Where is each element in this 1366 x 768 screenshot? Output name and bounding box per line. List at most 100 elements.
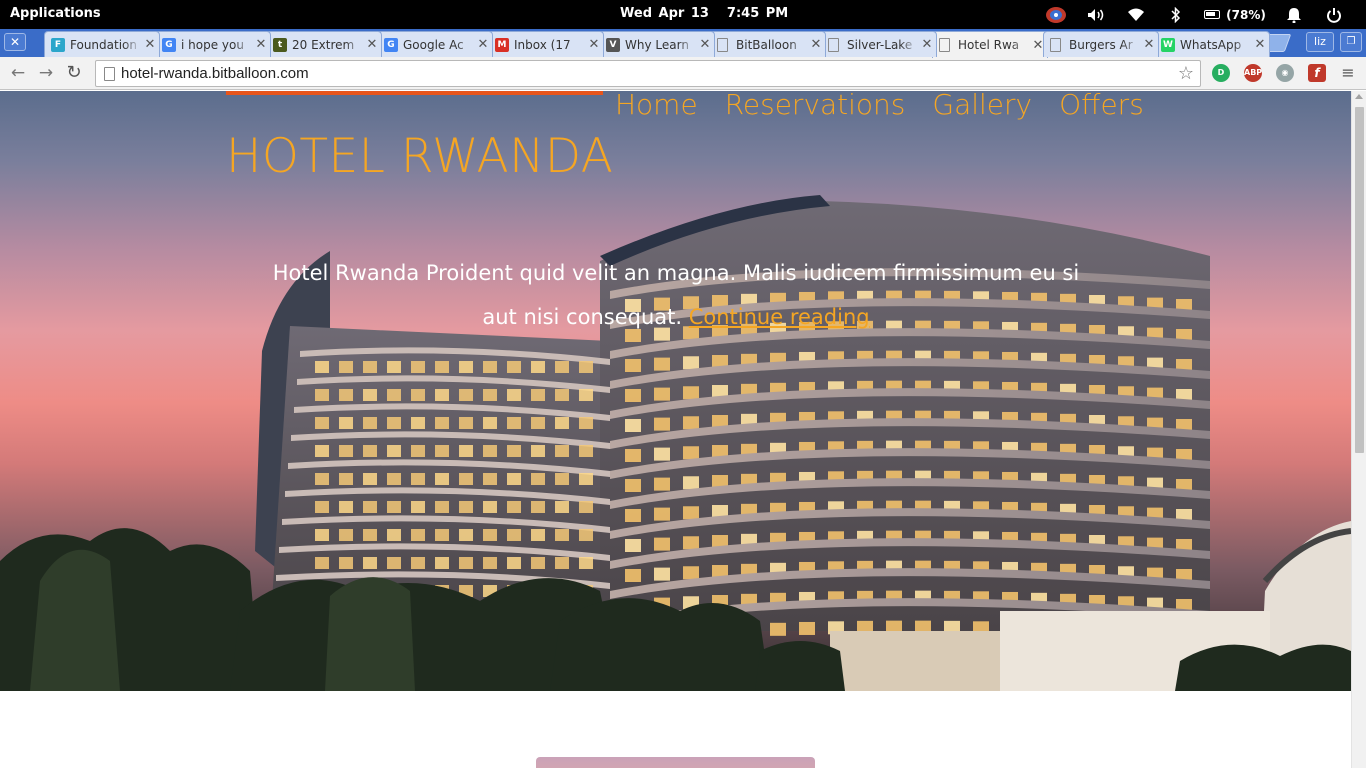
- site-title[interactable]: HOTEL RWANDA: [226, 129, 613, 184]
- nav-offers-link[interactable]: Offers: [1059, 91, 1144, 121]
- browser-tab[interactable]: Burgers Ar ✕: [1043, 31, 1159, 57]
- lit-window: [483, 417, 497, 429]
- lit-window: [315, 557, 329, 569]
- scrollbar-thumb[interactable]: [1355, 107, 1364, 453]
- tab-title: BitBalloon: [736, 37, 797, 52]
- bluetooth-icon[interactable]: [1156, 0, 1196, 29]
- adblock-icon[interactable]: ABP: [1244, 64, 1262, 82]
- lit-window: [507, 557, 521, 569]
- nav-gallery-link[interactable]: Gallery: [932, 91, 1032, 121]
- window-close-icon[interactable]: ✕: [4, 33, 26, 51]
- lit-window: [435, 445, 449, 457]
- lit-window: [435, 417, 449, 429]
- lit-window: [625, 419, 641, 432]
- applications-menu[interactable]: Applications: [10, 6, 101, 21]
- lit-window: [363, 529, 377, 541]
- scroll-up-icon[interactable]: [1355, 94, 1363, 99]
- tab-close-icon[interactable]: ✕: [474, 37, 492, 52]
- font-extension-icon[interactable]: f: [1308, 64, 1326, 82]
- google-icon: G: [384, 37, 398, 52]
- lit-window: [315, 361, 329, 373]
- clock[interactable]: Wed Apr 13 7:45 PM: [620, 6, 788, 21]
- browser-tab[interactable]: M Inbox (17 ✕: [488, 31, 604, 57]
- browser-tab[interactable]: BitBalloon ✕: [710, 31, 826, 57]
- lit-window: [531, 501, 545, 513]
- wifi-icon[interactable]: [1116, 0, 1156, 29]
- lit-window: [435, 361, 449, 373]
- forward-arrow-icon[interactable]: →: [34, 62, 58, 84]
- lit-window: [363, 361, 377, 373]
- browser-tab[interactable]: G Google Ac ✕: [377, 31, 493, 57]
- power-icon[interactable]: [1314, 0, 1354, 29]
- battery-percent: (78%): [1226, 7, 1266, 22]
- tab-close-icon[interactable]: ✕: [807, 37, 825, 52]
- notification-bell-icon[interactable]: [1274, 0, 1314, 29]
- tab-title: Hotel Rwa: [958, 38, 1020, 52]
- lit-window: [387, 529, 401, 541]
- page-icon: [939, 38, 950, 52]
- battery-indicator[interactable]: (78%): [1196, 0, 1274, 29]
- lit-window: [459, 501, 473, 513]
- lit-window: [507, 445, 521, 457]
- lit-window: [683, 446, 699, 460]
- browser-tab[interactable]: Silver-Lake ✕: [821, 31, 937, 57]
- lit-window: [683, 386, 699, 400]
- tab-close-icon[interactable]: ✕: [363, 37, 381, 52]
- address-bar[interactable]: hotel-rwanda.bitballoon.com ☆: [95, 60, 1201, 87]
- continue-reading-link[interactable]: Continue reading: [689, 305, 870, 329]
- lit-window: [459, 473, 473, 485]
- page-icon: [1050, 37, 1061, 52]
- tab-close-icon[interactable]: ✕: [696, 37, 714, 52]
- url-text[interactable]: hotel-rwanda.bitballoon.com: [121, 65, 309, 82]
- tab-close-icon[interactable]: ✕: [252, 37, 270, 52]
- lit-window: [683, 476, 699, 490]
- clock-time: 7:45 PM: [726, 6, 789, 21]
- lit-window: [459, 417, 473, 429]
- browser-tab[interactable]: F Foundation ✕: [44, 31, 160, 57]
- volume-icon[interactable]: [1076, 0, 1116, 29]
- foundation-icon: F: [51, 37, 65, 52]
- restore-window-icon[interactable]: ❐: [1340, 32, 1362, 52]
- lit-window: [411, 501, 425, 513]
- lit-window: [625, 449, 641, 462]
- lit-window: [387, 473, 401, 485]
- tab-close-icon[interactable]: ✕: [1251, 37, 1269, 52]
- app-indicator-icon[interactable]: [1036, 0, 1076, 29]
- tab-close-icon[interactable]: ✕: [1140, 37, 1158, 52]
- browser-tab[interactable]: t 20 Extrem ✕: [266, 31, 382, 57]
- main-nav: Home Reservations Gallery Offers: [615, 91, 1171, 121]
- back-arrow-icon[interactable]: ←: [6, 62, 30, 84]
- tab-close-icon[interactable]: ✕: [141, 37, 159, 52]
- lit-window: [387, 445, 401, 457]
- lit-window: [315, 417, 329, 429]
- lit-window: [654, 387, 670, 401]
- tab-close-icon[interactable]: ✕: [918, 37, 936, 52]
- lit-window: [531, 529, 545, 541]
- lit-window: [625, 569, 641, 582]
- lit-window: [339, 529, 353, 541]
- bookmark-star-icon[interactable]: ☆: [1178, 63, 1194, 84]
- lit-window: [435, 473, 449, 485]
- browser-tab[interactable]: W WhatsApp ✕: [1154, 31, 1270, 57]
- reload-icon[interactable]: ↻: [62, 62, 86, 84]
- chrome-menu-icon[interactable]: ≡: [1340, 63, 1356, 83]
- browser-tab[interactable]: Hotel Rwa ✕: [932, 31, 1048, 58]
- browser-tab[interactable]: V Why Learn ✕: [599, 31, 715, 57]
- extension-icon[interactable]: D: [1212, 64, 1230, 82]
- tab-close-icon[interactable]: ✕: [585, 37, 603, 52]
- page-scrollbar[interactable]: [1351, 91, 1366, 768]
- lit-window: [531, 557, 545, 569]
- extension-icon[interactable]: ◉: [1276, 64, 1294, 82]
- tab-title: Burgers Ar: [1069, 37, 1133, 52]
- lit-window: [625, 539, 641, 552]
- lit-window: [654, 567, 670, 581]
- gallery-thumbnail[interactable]: [536, 757, 815, 768]
- lit-window: [339, 361, 353, 373]
- tagline-text: Hotel Rwanda Proident quid velit an magn…: [272, 261, 1080, 329]
- hotel-building-illustration: [0, 195, 1351, 691]
- nav-reservations-link[interactable]: Reservations: [725, 91, 906, 121]
- lit-window: [555, 417, 569, 429]
- browser-tab[interactable]: Gi hope you ✕: [155, 31, 271, 57]
- profile-button[interactable]: liz: [1306, 32, 1334, 52]
- nav-home-link[interactable]: Home: [615, 91, 698, 121]
